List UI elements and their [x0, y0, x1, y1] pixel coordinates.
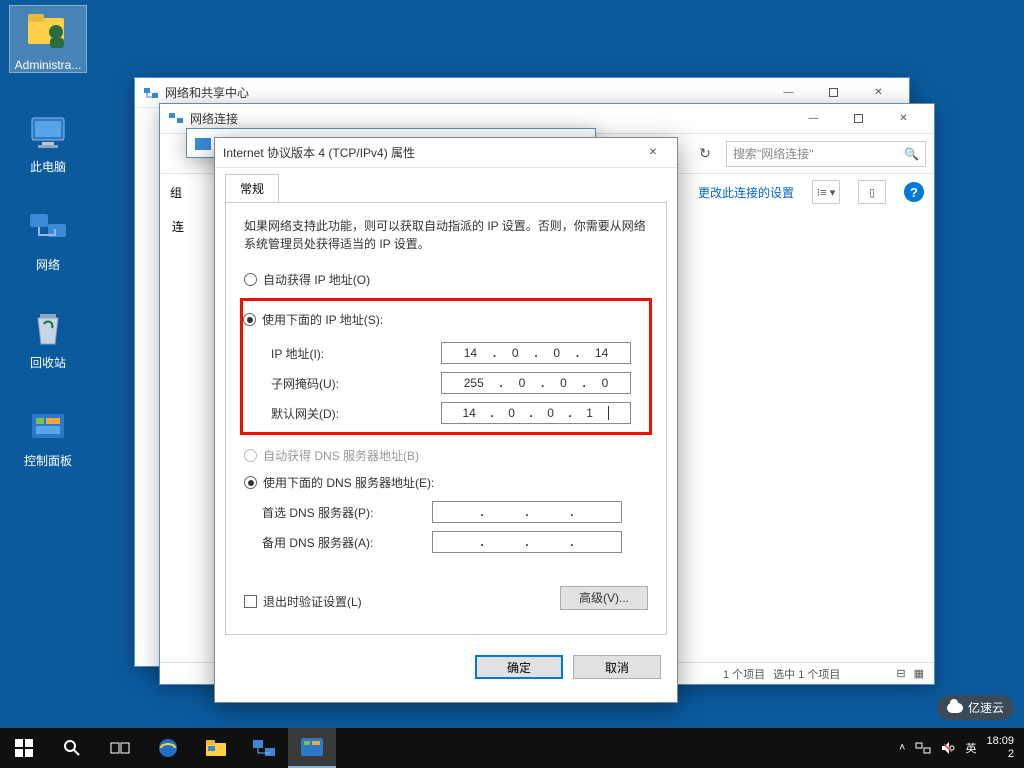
desktop-icon-network[interactable]: 网络: [10, 206, 86, 272]
desktop-icon-control-panel[interactable]: 控制面板: [10, 402, 86, 468]
field-subnet-mask: 子网掩码(U): 255. 0. 0. 0: [253, 372, 639, 394]
desktop-icon-label: 回收站: [30, 356, 66, 370]
radio-label: 使用下面的 DNS 服务器地址(E):: [263, 474, 434, 491]
radio-use-dns[interactable]: 使用下面的 DNS 服务器地址(E):: [244, 474, 648, 491]
desktop-icon-label: Administra...: [15, 58, 82, 72]
field-label: 默认网关(D):: [271, 405, 441, 422]
default-gateway-input[interactable]: 14. 0. 0. 1: [441, 402, 631, 424]
field-alternate-dns: 备用 DNS 服务器(A): ...: [244, 531, 648, 553]
preview-pane-button[interactable]: ▯: [858, 180, 886, 204]
desktop-icon-this-pc[interactable]: 此电脑: [10, 108, 86, 174]
status-item-count: 1 个项目: [723, 666, 765, 682]
field-label: IP 地址(I):: [271, 345, 441, 362]
radio-label: 使用下面的 IP 地址(S):: [262, 311, 383, 328]
search-icon: 🔍: [904, 147, 919, 161]
dialog-ipv4-properties: Internet 协议版本 4 (TCP/IPv4) 属性 ✕ 常规 如果网络支…: [214, 137, 678, 703]
advanced-button[interactable]: 高级(V)...: [560, 586, 648, 610]
radio-icon: [244, 449, 257, 462]
field-preferred-dns: 首选 DNS 服务器(P): ...: [244, 501, 648, 523]
radio-label: 自动获得 DNS 服务器地址(B): [263, 447, 419, 464]
subnet-mask-input[interactable]: 255. 0. 0. 0: [441, 372, 631, 394]
refresh-icon[interactable]: ↻: [690, 139, 720, 169]
checkbox-label: 退出时验证设置(L): [263, 593, 362, 610]
checkbox-validate-on-exit[interactable]: 退出时验证设置(L): [244, 593, 362, 610]
minimize-button[interactable]: —: [791, 104, 836, 133]
cmd-label-partial: 组: [170, 184, 182, 201]
desktop-icon-label: 控制面板: [24, 454, 72, 468]
window-title: 网络和共享中心: [165, 84, 249, 101]
cancel-button[interactable]: 取消: [573, 655, 661, 679]
clock-date-partial: 2: [986, 748, 1014, 761]
network-connections-icon: [168, 111, 184, 127]
clock-time: 18:09: [986, 735, 1014, 748]
radio-auto-dns: 自动获得 DNS 服务器地址(B): [244, 447, 648, 464]
checkbox-icon: [244, 595, 257, 608]
dialog-title: Internet 协议版本 4 (TCP/IPv4) 属性: [223, 144, 415, 161]
recycle-bin-icon: [24, 304, 72, 352]
search-input[interactable]: 搜索"网络连接" 🔍: [726, 141, 926, 167]
radio-use-ip[interactable]: 使用下面的 IP 地址(S):: [243, 311, 639, 328]
taskbar-network-connections[interactable]: [240, 728, 288, 768]
control-panel-icon: [24, 402, 72, 450]
taskbar-control-panel[interactable]: [288, 728, 336, 768]
preferred-dns-input[interactable]: ...: [432, 501, 622, 523]
tray-network-icon[interactable]: [915, 741, 931, 755]
titlebar[interactable]: Internet 协议版本 4 (TCP/IPv4) 属性 ✕: [215, 138, 677, 168]
taskbar: ˄ 英 18:09 2: [0, 728, 1024, 768]
tab-general[interactable]: 常规: [225, 174, 279, 202]
desktop-icon-label: 网络: [36, 258, 60, 272]
network-center-icon: [143, 85, 159, 101]
intro-text: 如果网络支持此功能，则可以获取自动指派的 IP 设置。否则，你需要从网络系统管理…: [244, 217, 648, 253]
system-tray: ˄ 英 18:09 2: [889, 735, 1024, 761]
search-placeholder: 搜索"网络连接": [733, 145, 814, 162]
close-button[interactable]: ✕: [881, 104, 926, 133]
desktop-icon-label: 此电脑: [30, 160, 66, 174]
start-button[interactable]: [0, 728, 48, 768]
watermark-text: 亿速云: [968, 699, 1004, 716]
taskbar-clock[interactable]: 18:09 2: [986, 735, 1014, 761]
tray-volume-icon[interactable]: [941, 741, 955, 755]
change-connection-settings-link[interactable]: 更改此连接的设置: [698, 184, 794, 201]
desktop-icon-administrator[interactable]: Administra...: [10, 6, 86, 72]
status-selected-count: 选中 1 个项目: [773, 666, 840, 682]
field-ip-address: IP 地址(I): 14. 0. 0. 14: [253, 342, 639, 364]
radio-icon: [244, 273, 257, 286]
task-view-button[interactable]: [96, 728, 144, 768]
folder-user-icon: [24, 6, 72, 54]
close-button[interactable]: ✕: [637, 138, 669, 167]
alternate-dns-input[interactable]: ...: [432, 531, 622, 553]
window-title: 网络连接: [190, 110, 238, 127]
desktop-icon-recycle-bin[interactable]: 回收站: [10, 304, 86, 370]
field-label: 子网掩码(U):: [271, 375, 441, 392]
tab-panel: 如果网络支持此功能，则可以获取自动指派的 IP 设置。否则，你需要从网络系统管理…: [225, 202, 667, 635]
monitor-icon: [24, 108, 72, 156]
dialog-footer: 确定 取消: [215, 645, 677, 695]
help-icon[interactable]: ?: [904, 182, 924, 202]
tabstrip: 常规: [225, 174, 667, 202]
ime-indicator[interactable]: 英: [965, 740, 976, 756]
ok-button[interactable]: 确定: [475, 655, 563, 679]
field-default-gateway: 默认网关(D): 14. 0. 0. 1: [253, 402, 639, 424]
radio-icon: [243, 313, 256, 326]
radio-auto-ip[interactable]: 自动获得 IP 地址(O): [244, 271, 648, 288]
view-details-icon[interactable]: ⊟: [896, 667, 905, 680]
watermark: 亿速云: [937, 695, 1014, 720]
field-label: 备用 DNS 服务器(A):: [262, 534, 432, 551]
taskbar-explorer[interactable]: [192, 728, 240, 768]
maximize-button[interactable]: [836, 104, 881, 133]
search-button[interactable]: [48, 728, 96, 768]
network-icon: [24, 206, 72, 254]
view-large-icon[interactable]: ▦: [914, 667, 924, 680]
ip-settings-group: 使用下面的 IP 地址(S): IP 地址(I): 14. 0. 0. 14 子…: [240, 298, 652, 435]
field-label: 首选 DNS 服务器(P):: [262, 504, 432, 521]
radio-icon: [244, 476, 257, 489]
view-options-button[interactable]: ⁝≡ ▾: [812, 180, 840, 204]
tray-up-icon[interactable]: ˄: [899, 742, 905, 754]
taskbar-ie[interactable]: [144, 728, 192, 768]
ethernet-icon: [195, 136, 211, 152]
radio-label: 自动获得 IP 地址(O): [263, 271, 370, 288]
ip-address-input[interactable]: 14. 0. 0. 14: [441, 342, 631, 364]
cloud-icon: [947, 703, 963, 713]
